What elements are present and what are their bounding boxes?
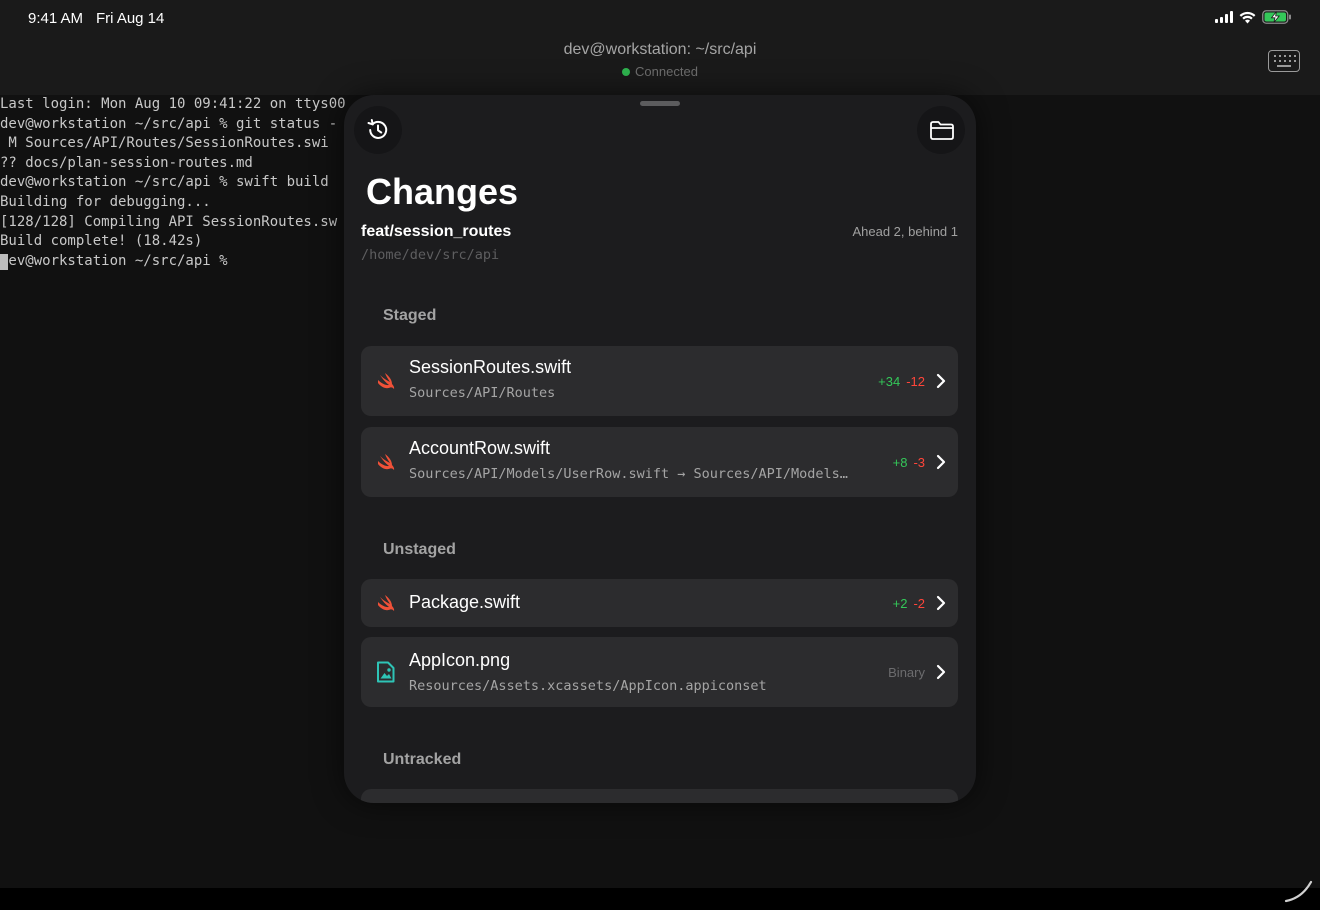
file-row-accountrow[interactable]: AccountRow.swift Sources/API/Models/User… [361, 427, 958, 497]
file-path: Resources/Assets.xcassets/AppIcon.appico… [409, 678, 767, 694]
terminal-cursor [0, 253, 8, 270]
file-row-untracked-partial[interactable] [361, 789, 958, 803]
file-path: Sources/API/Models/UserRow.swift → Sourc… [409, 466, 855, 482]
terminal-line: M Sources/API/Routes/SessionRoutes.swi [0, 135, 329, 152]
prompt-text: dev@workstation ~/src/api % [0, 252, 228, 269]
terminal-line: dev@workstation ~/src/api % swift build [0, 174, 329, 191]
diff-stats: +34 -12 [878, 374, 925, 389]
wifi-icon [1239, 11, 1256, 23]
swift-icon [378, 373, 395, 389]
resize-handle-icon[interactable] [1284, 874, 1314, 904]
terminal-line: [128/128] Compiling API SessionRoutes.sw [0, 213, 338, 230]
changes-sheet: Changes feat/session_routes Ahead 2, beh… [344, 95, 976, 803]
swift-icon [378, 595, 395, 611]
battery-charging-icon [1262, 10, 1291, 24]
file-name: Package.swift [409, 592, 521, 612]
file-name: AccountRow.swift [409, 438, 551, 458]
folder-button[interactable] [917, 106, 965, 154]
file-row-sessionroutes[interactable]: SessionRoutes.swift Sources/API/Routes +… [361, 346, 958, 416]
file-path: Sources/API/Routes [409, 385, 556, 401]
connection-label: Connected [635, 64, 698, 79]
additions-count: +2 [892, 596, 908, 611]
branch-name: feat/session_routes [361, 223, 512, 240]
terminal-title: dev@workstation: ~/src/api [563, 41, 757, 58]
terminal-header: dev@workstation: ~/src/api Connected [0, 36, 1320, 95]
binary-label: Binary [888, 665, 925, 680]
status-bar: 9:41 AM Fri Aug 14 [0, 0, 1320, 36]
repo-path: /home/dev/src/api [361, 247, 500, 263]
file-row-package[interactable]: Package.swift +2 -2 [361, 579, 958, 627]
additions-count: +34 [878, 374, 901, 389]
terminal-lines: Last login: Mon Aug 10 09:41:22 on ttys0… [0, 95, 346, 271]
section-untracked-header: Untracked [383, 751, 462, 768]
terminal-line: Building for debugging... [0, 193, 211, 210]
deletions-count: -12 [906, 374, 925, 389]
status-icons [1215, 10, 1292, 24]
keyboard-icon[interactable] [1268, 50, 1300, 72]
terminal-prompt-line: dev@workstation ~/src/api % [0, 252, 346, 272]
status-date: Fri Aug 14 [96, 10, 165, 27]
cellular-signal-icon [1215, 11, 1233, 23]
section-staged-header: Staged [383, 307, 437, 324]
history-button[interactable] [354, 106, 402, 154]
additions-count: +8 [892, 455, 908, 470]
file-name: AppIcon.png [409, 650, 511, 670]
folder-icon [930, 121, 954, 140]
chevron-right-icon [936, 454, 946, 470]
connection-dot-icon [622, 68, 631, 76]
chevron-right-icon [936, 373, 946, 389]
connection-status: Connected [0, 64, 1320, 79]
status-time: 9:41 AM [28, 10, 84, 27]
swift-icon [378, 454, 395, 470]
terminal-line: Last login: Mon Aug 10 09:41:22 on ttys0… [0, 96, 346, 112]
section-unstaged-header: Unstaged [383, 541, 456, 558]
file-row-appicon[interactable]: AppIcon.png Resources/Assets.xcassets/Ap… [361, 637, 958, 707]
history-icon [367, 119, 388, 139]
deletions-count: -3 [913, 455, 925, 470]
chevron-right-icon [936, 595, 946, 611]
file-name: SessionRoutes.swift [409, 357, 572, 377]
bottom-bar [0, 888, 1320, 910]
terminal-line: Build complete! (18.42s) [0, 233, 203, 250]
terminal-line: dev@workstation ~/src/api % git status - [0, 115, 338, 132]
page-title: Changes [366, 171, 519, 212]
chevron-right-icon [936, 664, 946, 680]
deletions-count: -2 [913, 596, 925, 611]
sheet-grabber[interactable] [640, 101, 680, 106]
terminal-line: ?? docs/plan-session-routes.md [0, 154, 253, 171]
diff-stats: +2 -2 [893, 596, 925, 611]
diff-stats: +8 -3 [893, 455, 925, 470]
ahead-behind-status: Ahead 2, behind 1 [852, 224, 958, 239]
image-file-icon [377, 661, 395, 683]
